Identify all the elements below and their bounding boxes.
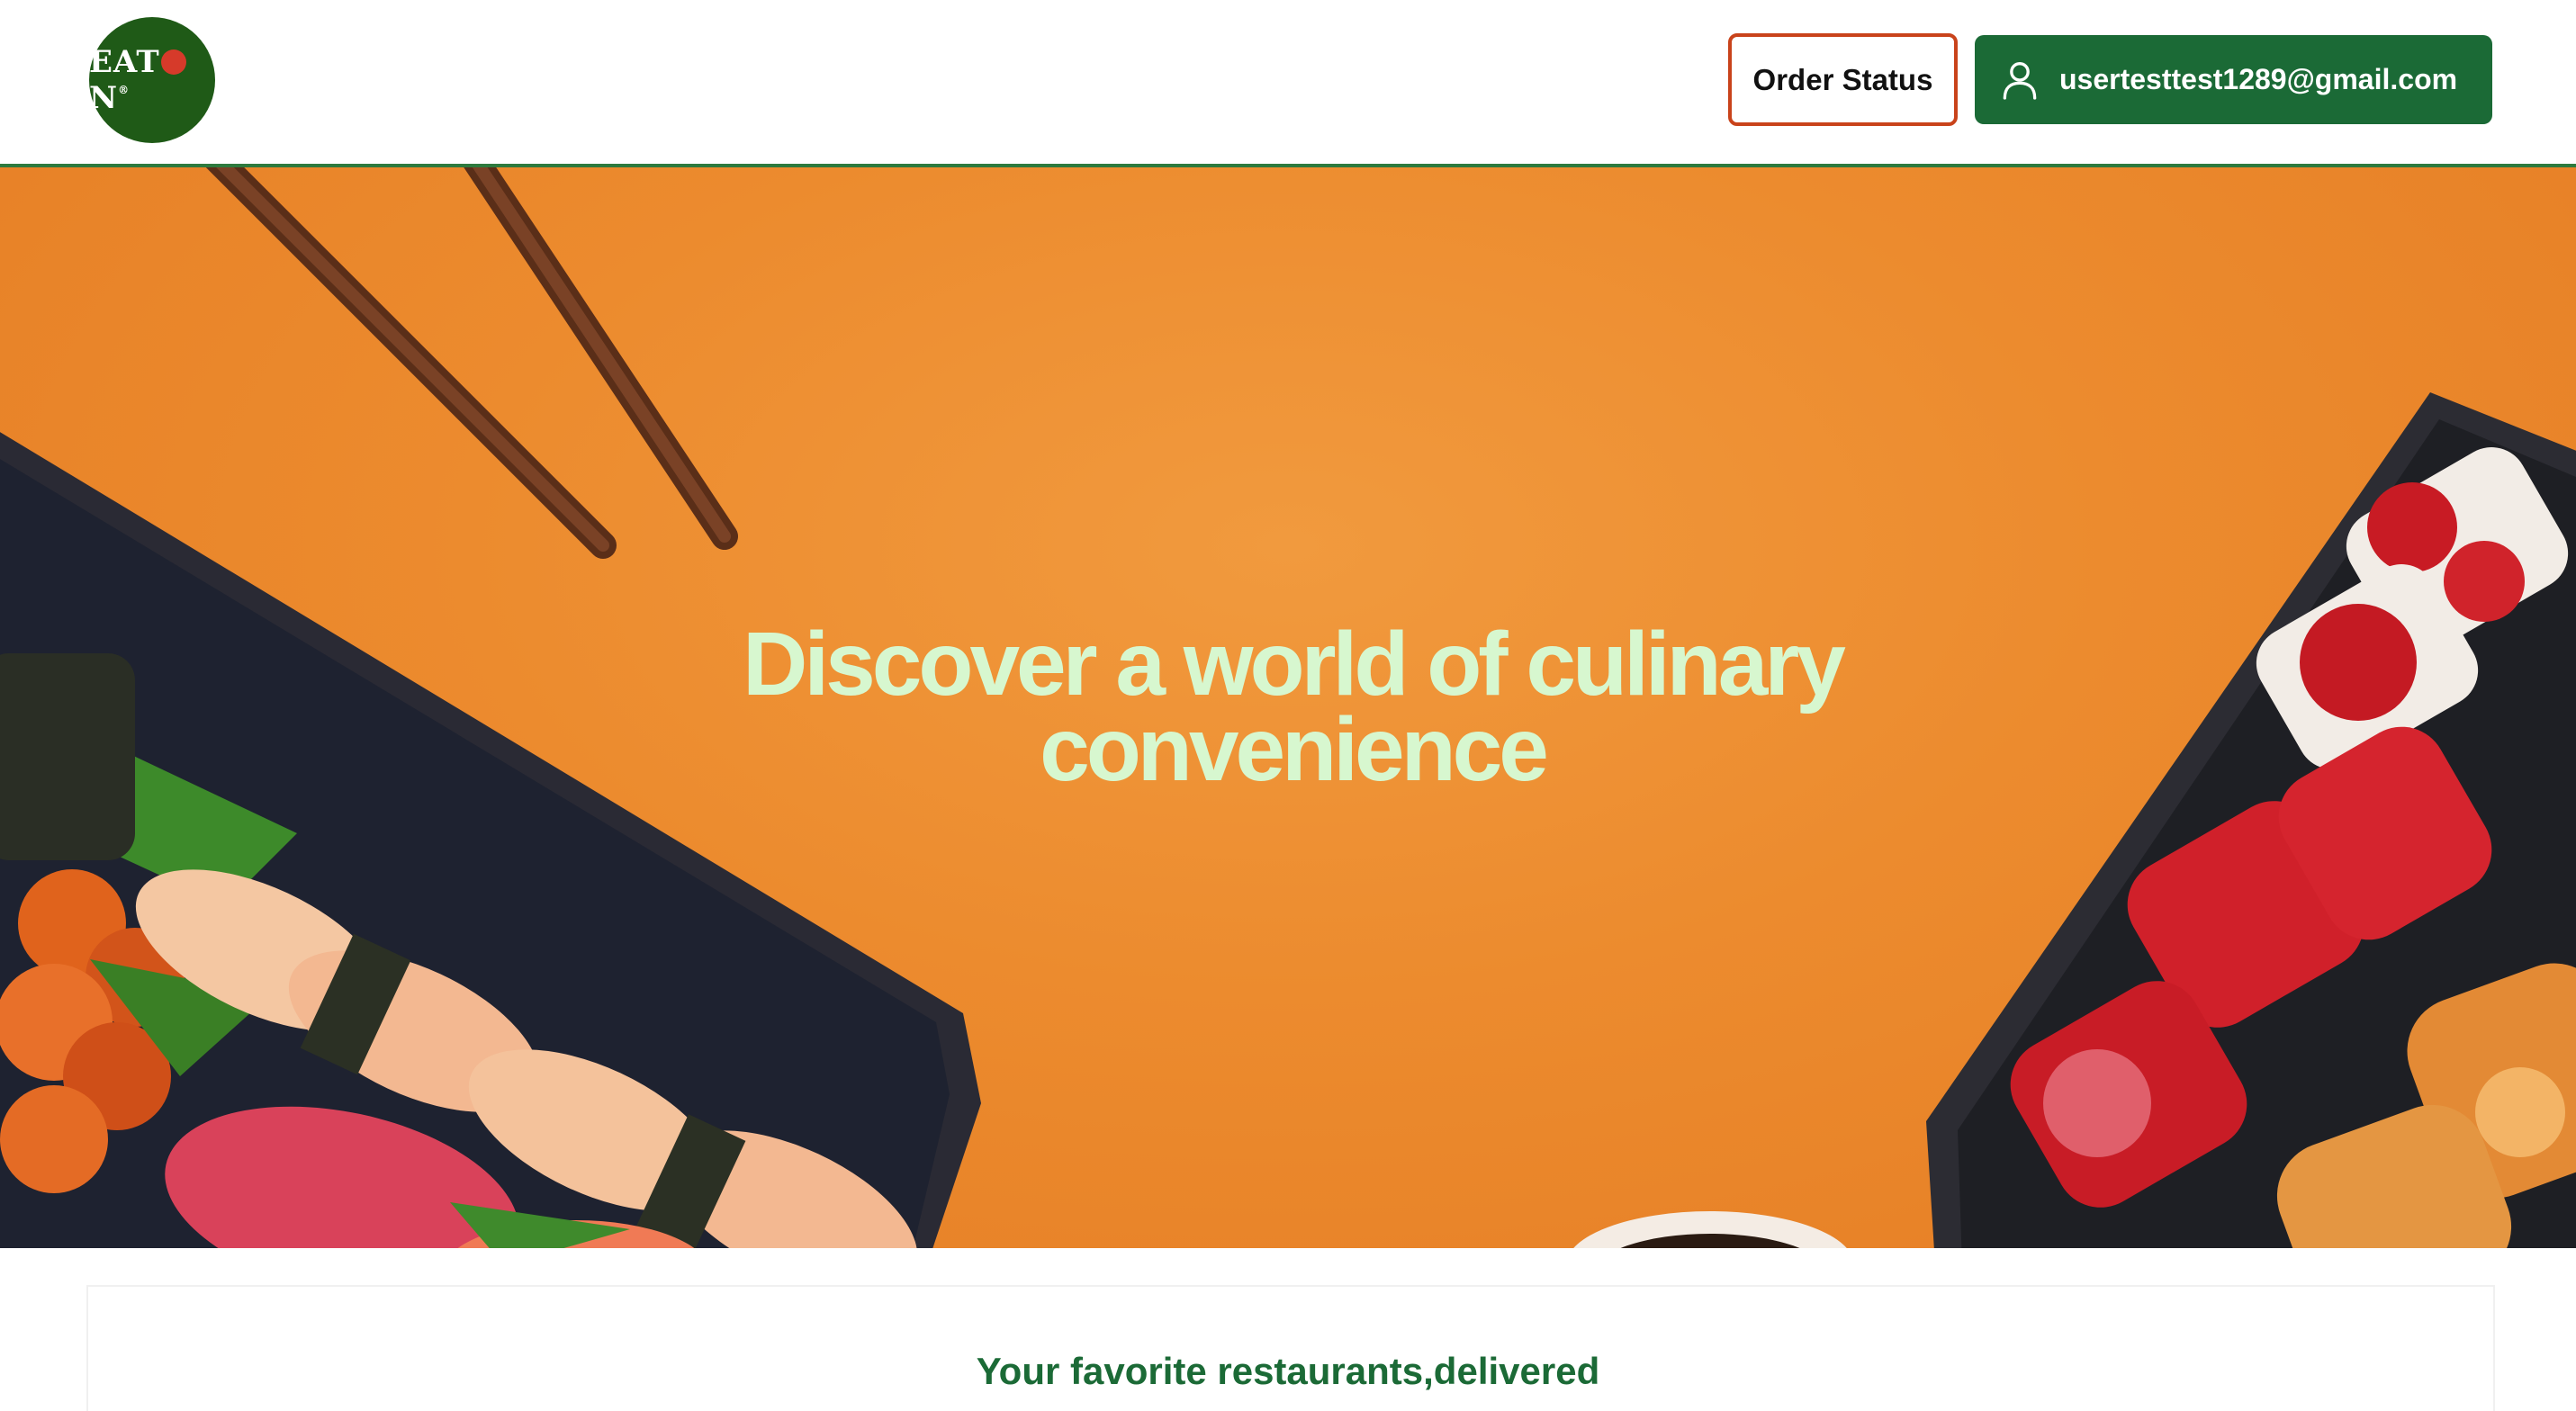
hero-banner: Discover a world of culinary convenience [0, 167, 2576, 1248]
section-tagline: Your favorite restaurants,delivered [976, 1350, 1600, 1392]
top-navbar: EATN® Order Status usertesttest1289@gmai… [0, 0, 2576, 167]
eaton-logo[interactable]: EATN® [89, 17, 215, 143]
right-sushi-tray [1926, 392, 2576, 1248]
user-icon [2003, 61, 2037, 100]
logo-wordmark: EATN® [89, 44, 215, 116]
chopsticks-image [205, 167, 738, 559]
order-status-button[interactable]: Order Status [1728, 33, 1958, 126]
order-status-label: Order Status [1752, 62, 1933, 96]
user-email-label: usertesttest1289@gmail.com [2059, 63, 2458, 95]
user-account-button[interactable]: usertesttest1289@gmail.com [1975, 35, 2492, 124]
hero-title: Discover a world of culinary convenience [743, 614, 1846, 800]
left-sushi-tray [0, 432, 981, 1248]
